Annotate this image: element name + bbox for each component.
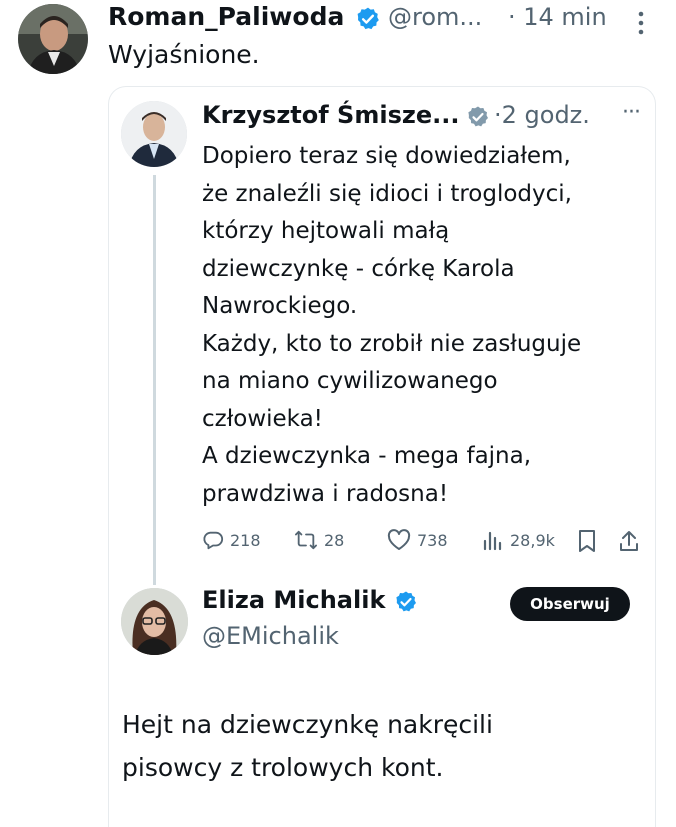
more-options-icon[interactable] [636,10,646,40]
avatar-eliza[interactable] [121,588,188,655]
reply-button[interactable]: 218 [202,529,261,551]
reply-author-handle[interactable]: @EMichalik [202,622,339,650]
text-line: którzy hejtowali małą [202,218,450,244]
thread-line [153,175,156,585]
reply-icon [203,531,224,550]
text-line: Hejt na dziewczynkę nakręcili [122,710,493,739]
reply-tweet-text: Hejt na dziewczynkę nakręcili pisowcy z … [122,703,493,789]
bookmark-icon[interactable] [577,529,597,557]
text-line: dziewczynkę - córkę Karola [202,255,515,282]
verified-badge-icon [355,6,381,32]
views-count: 28,9k [510,530,555,550]
heart-icon [387,529,411,550]
verified-gray-badge-icon [466,105,490,129]
text-line: Każdy, kto to zrobił nie zasługuje [202,330,582,357]
quoted-author-name[interactable]: Krzysztof Śmisze... [202,101,459,129]
text-line: że znaleźli się idioci i troglodyci, [202,180,572,207]
views-button[interactable]: 28,9k [482,529,555,551]
avatar-krzysztof[interactable] [121,101,187,167]
retweet-count: 28 [324,530,345,550]
text-line: na miano cywilizowanego [202,368,498,394]
reply-count: 218 [230,530,261,550]
author-handle[interactable]: @rom... [388,3,482,31]
reply-author-name[interactable]: Eliza Michalik [202,586,385,614]
quoted-more-icon[interactable]: ··· [622,100,641,125]
quoted-tweet-text: Dopiero teraz się dowiedziałem, że znale… [202,138,581,513]
like-button[interactable]: 738 [387,529,448,551]
text-line: Nawrockiego. [202,293,358,319]
retweet-icon [294,530,317,550]
quoted-tweet-time[interactable]: ·2 godz. [494,101,590,129]
retweet-button[interactable]: 28 [294,529,344,551]
text-line: prawdziwa i radosna! [202,480,449,507]
like-count: 738 [417,530,448,550]
text-line: człowieka! [202,405,323,432]
verified-badge-icon [394,590,418,614]
text-line: Dopiero teraz się dowiedziałem, [202,143,571,169]
avatar-roman[interactable] [18,4,88,74]
text-line: pisowcy z trolowych kont. [122,753,444,782]
tweet-time[interactable]: · 14 min [508,3,607,31]
tweet-text: Wyjaśnione. [108,40,260,69]
text-line: A dziewczynka - mega fajna, [202,443,532,469]
author-name[interactable]: Roman_Paliwoda [108,2,344,31]
share-icon[interactable] [618,529,640,557]
views-icon [483,531,502,551]
follow-button[interactable]: Obserwuj [510,587,630,621]
